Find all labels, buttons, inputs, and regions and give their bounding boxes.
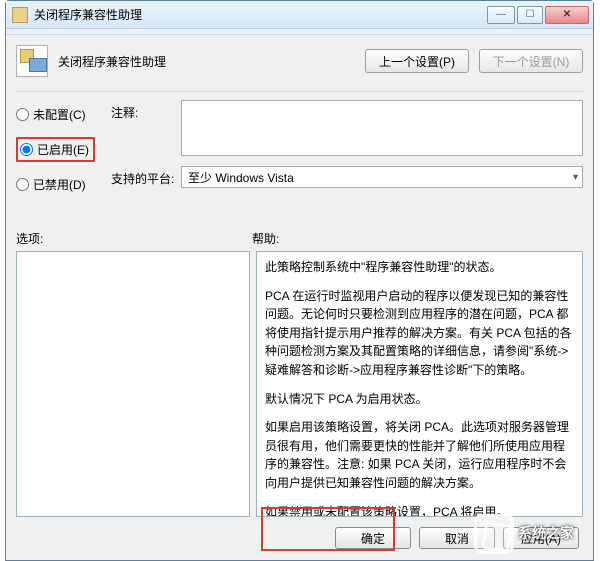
cancel-button[interactable]: 取消 <box>419 527 495 549</box>
close-button[interactable]: ✕ <box>545 6 589 24</box>
previous-setting-button[interactable]: 上一个设置(P) <box>365 49 469 73</box>
window-title: 关闭程序兼容性助理 <box>34 6 487 23</box>
comment-label: 注释: <box>111 100 181 121</box>
config-area: 未配置(C) 已启用(E) 已禁用(D) 注释: <box>16 100 583 198</box>
mid-labels: 选项: 帮助: <box>16 230 583 247</box>
window-buttons: — ☐ ✕ <box>487 6 591 24</box>
help-p4: 如果启用该策略设置，将关闭 PCA。此选项对服务器管理员很有用，他们需要更快的性… <box>265 418 574 492</box>
radio-not-configured[interactable]: 未配置(C) <box>16 106 95 123</box>
help-p2: PCA 在运行时监视用户启动的程序以便发现已知的兼容性问题。无论何时只要检测到应… <box>265 287 574 380</box>
maximize-button[interactable]: ☐ <box>517 6 543 24</box>
page-title: 关闭程序兼容性助理 <box>58 53 355 70</box>
panes: 此策略控制系统中"程序兼容性助理"的状态。 PCA 在运行时监视用户启动的程序以… <box>16 251 583 517</box>
radio-not-configured-label: 未配置(C) <box>33 106 86 123</box>
dialog-window: 关闭程序兼容性助理 — ☐ ✕ 关闭程序兼容性助理 上一个设置(P) 下一个设置… <box>5 0 594 561</box>
ok-button[interactable]: 确定 <box>335 527 411 549</box>
help-label: 帮助: <box>252 230 279 247</box>
enabled-highlight: 已启用(E) <box>16 137 95 162</box>
help-p5: 如果禁用或未配置该策略设置，PCA 将启用。 <box>265 503 574 517</box>
radio-not-configured-input[interactable] <box>16 108 29 121</box>
help-pane[interactable]: 此策略控制系统中"程序兼容性助理"的状态。 PCA 在运行时监视用户启动的程序以… <box>256 251 583 517</box>
state-radio-group: 未配置(C) 已启用(E) 已禁用(D) <box>16 100 95 198</box>
platform-select[interactable]: 至少 Windows Vista ▾ <box>181 166 583 188</box>
chevron-down-icon: ▾ <box>573 172 578 183</box>
help-p1: 此策略控制系统中"程序兼容性助理"的状态。 <box>265 258 574 277</box>
radio-enabled[interactable]: 已启用(E) <box>20 141 89 158</box>
minimize-button[interactable]: — <box>487 6 515 24</box>
dialog-body: 关闭程序兼容性助理 上一个设置(P) 下一个设置(N) 未配置(C) 已启用(E… <box>6 35 593 560</box>
titlebar: 关闭程序兼容性助理 — ☐ ✕ <box>6 1 593 29</box>
options-label: 选项: <box>16 230 252 247</box>
next-setting-button[interactable]: 下一个设置(N) <box>479 49 583 73</box>
radio-enabled-label: 已启用(E) <box>37 141 89 158</box>
platform-row: 支持的平台: 至少 Windows Vista ▾ <box>111 166 583 188</box>
platform-label: 支持的平台: <box>111 166 181 187</box>
radio-enabled-input[interactable] <box>20 143 33 156</box>
platform-value: 至少 Windows Vista <box>188 169 294 186</box>
comment-row: 注释: <box>111 100 583 156</box>
app-icon <box>12 7 28 23</box>
radio-disabled-label: 已禁用(D) <box>33 176 86 193</box>
divider <box>16 91 583 92</box>
radio-disabled-input[interactable] <box>16 178 29 191</box>
policy-icon <box>16 45 48 77</box>
help-p3: 默认情况下 PCA 为启用状态。 <box>265 390 574 409</box>
footer: 确定 取消 应用(A) <box>16 517 583 549</box>
apply-button[interactable]: 应用(A) <box>503 527 579 549</box>
right-fields: 注释: 支持的平台: 至少 Windows Vista ▾ <box>111 100 583 198</box>
header-row: 关闭程序兼容性助理 上一个设置(P) 下一个设置(N) <box>16 41 583 87</box>
comment-input[interactable] <box>181 100 583 156</box>
radio-disabled[interactable]: 已禁用(D) <box>16 176 95 193</box>
options-pane[interactable] <box>16 251 250 517</box>
